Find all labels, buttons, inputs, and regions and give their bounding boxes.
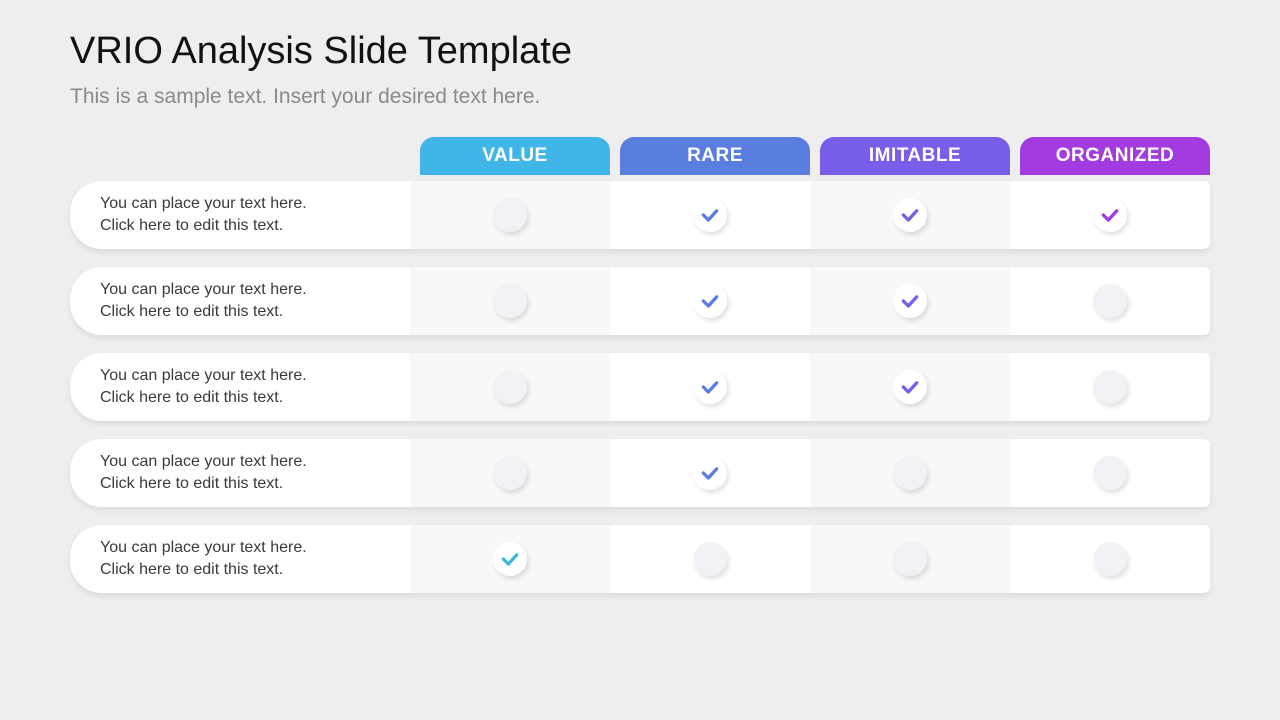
check-cell-organized[interactable] [1010,267,1210,335]
row-label-line2: Click here to edit this text. [100,473,400,495]
row-label[interactable]: You can place your text here.Click here … [70,525,410,593]
empty-check-icon [1093,456,1127,490]
row-label-line2: Click here to edit this text. [100,387,400,409]
check-icon [693,198,727,232]
check-cell-rare[interactable] [610,439,810,507]
check-cell-rare[interactable] [610,181,810,249]
check-cell-imitable[interactable] [810,267,1010,335]
column-header-rare: RARE [620,137,810,175]
check-cell-organized[interactable] [1010,439,1210,507]
check-icon [693,456,727,490]
check-cell-rare[interactable] [610,353,810,421]
check-cell-organized[interactable] [1010,525,1210,593]
empty-check-icon [493,198,527,232]
table-row: You can place your text here.Click here … [70,181,1210,249]
column-header-organized: ORGANIZED [1020,137,1210,175]
slide-subtitle: This is a sample text. Insert your desir… [70,85,1210,109]
check-icon [1093,198,1127,232]
check-icon [893,370,927,404]
column-header-value: VALUE [420,137,610,175]
header-spacer [70,137,410,175]
check-cell-value[interactable] [410,439,610,507]
check-cell-value[interactable] [410,525,610,593]
column-header-imitable: IMITABLE [820,137,1010,175]
empty-check-icon [893,542,927,576]
row-label-line1: You can place your text here. [100,451,400,473]
row-label[interactable]: You can place your text here.Click here … [70,267,410,335]
check-cell-organized[interactable] [1010,353,1210,421]
vrio-table: VALUE RARE IMITABLE ORGANIZED You can place… [70,137,1210,593]
empty-check-icon [1093,542,1127,576]
check-cell-imitable[interactable] [810,353,1010,421]
check-cell-imitable[interactable] [810,181,1010,249]
empty-check-icon [893,456,927,490]
empty-check-icon [493,284,527,318]
row-label[interactable]: You can place your text here.Click here … [70,439,410,507]
row-label[interactable]: You can place your text here.Click here … [70,181,410,249]
table-row: You can place your text here.Click here … [70,353,1210,421]
check-cell-value[interactable] [410,353,610,421]
slide-title: VRIO Analysis Slide Template [70,30,1210,73]
check-icon [893,284,927,318]
check-icon [493,542,527,576]
check-cell-value[interactable] [410,267,610,335]
row-label-line2: Click here to edit this text. [100,215,400,237]
row-label-line2: Click here to edit this text. [100,301,400,323]
check-cell-imitable[interactable] [810,439,1010,507]
row-label-line2: Click here to edit this text. [100,559,400,581]
empty-check-icon [1093,284,1127,318]
table-row: You can place your text here.Click here … [70,439,1210,507]
row-label[interactable]: You can place your text here.Click here … [70,353,410,421]
table-row: You can place your text here.Click here … [70,525,1210,593]
row-label-line1: You can place your text here. [100,537,400,559]
check-icon [693,284,727,318]
table-row: You can place your text here.Click here … [70,267,1210,335]
check-cell-value[interactable] [410,181,610,249]
check-icon [693,370,727,404]
row-label-line1: You can place your text here. [100,193,400,215]
empty-check-icon [493,456,527,490]
empty-check-icon [493,370,527,404]
check-icon [893,198,927,232]
empty-check-icon [693,542,727,576]
check-cell-imitable[interactable] [810,525,1010,593]
row-label-line1: You can place your text here. [100,279,400,301]
row-label-line1: You can place your text here. [100,365,400,387]
check-cell-rare[interactable] [610,267,810,335]
table-header-row: VALUE RARE IMITABLE ORGANIZED [70,137,1210,175]
check-cell-organized[interactable] [1010,181,1210,249]
check-cell-rare[interactable] [610,525,810,593]
empty-check-icon [1093,370,1127,404]
